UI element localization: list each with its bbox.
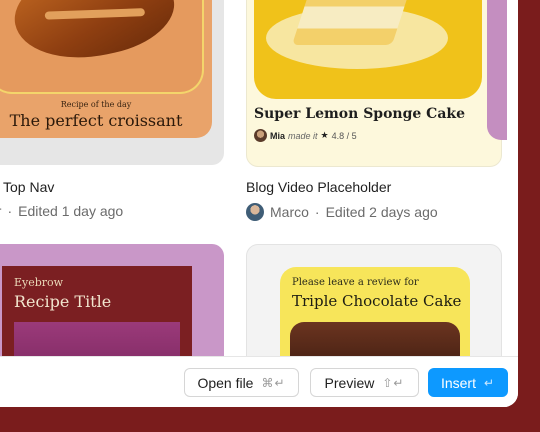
- avatar: [254, 129, 267, 142]
- shortcut-hint: ⇧↵: [382, 375, 405, 390]
- edited-time: Edited 1 day ago: [18, 203, 124, 219]
- croissant-photo: [0, 0, 204, 94]
- meta-rating: 4.8 / 5: [331, 130, 357, 141]
- template-card-croissant[interactable]: Recipe of the day The perfect croissant: [0, 0, 224, 165]
- card-meta: Mia made it ★ 4.8 / 5: [254, 129, 357, 142]
- card-eyebrow: Please leave a review for: [292, 277, 419, 288]
- template-name[interactable]: Top Nav: [3, 179, 54, 195]
- shortcut-hint: ↵: [483, 375, 496, 390]
- card-eyebrow: Eyebrow: [14, 276, 64, 289]
- button-label: Preview: [324, 374, 375, 391]
- card-title: Triple Chocolate Cake: [292, 292, 462, 310]
- separator: ·: [7, 203, 13, 219]
- card-title: The perfect croissant: [9, 111, 183, 130]
- meta-name: Mia: [270, 130, 286, 141]
- template-name[interactable]: Blog Video Placeholder: [246, 179, 391, 195]
- insert-button[interactable]: Insert ↵: [428, 368, 508, 397]
- template-meta: Marco · Edited 2 days ago: [246, 203, 438, 221]
- template-card-lemon-cake[interactable]: Super Lemon Sponge Cake Mia made it ★ 4.…: [246, 0, 502, 167]
- lemon-cake-photo: [254, 0, 482, 99]
- button-label: Insert: [440, 374, 476, 391]
- star-icon: ★: [320, 130, 329, 140]
- edited-time: Edited 2 days ago: [325, 204, 438, 220]
- template-thumbnail: Recipe of the day The perfect croissant: [0, 0, 212, 138]
- template-picker-panel: Recipe of the day The perfect croissant …: [0, 0, 518, 407]
- template-meta: scar · Edited 1 day ago: [0, 203, 123, 219]
- separator: ·: [314, 204, 320, 220]
- template-card-partial[interactable]: [487, 0, 507, 140]
- action-bar: Open file ⌘↵ Preview ⇧↵ Insert ↵: [0, 356, 518, 407]
- author-name: Marco: [270, 204, 309, 220]
- preview-button[interactable]: Preview ⇧↵: [310, 368, 419, 397]
- template-card-recipe-title[interactable]: Eyebrow Recipe Title: [0, 244, 224, 374]
- button-label: Open file: [197, 374, 254, 391]
- avatar: [246, 203, 264, 221]
- open-file-button[interactable]: Open file ⌘↵: [184, 368, 299, 397]
- meta-action: made it: [288, 130, 318, 141]
- card-eyebrow: Recipe of the day: [60, 100, 132, 109]
- card-title: Super Lemon Sponge Cake: [254, 106, 465, 122]
- shortcut-hint: ⌘↵: [261, 375, 286, 390]
- card-title: Recipe Title: [14, 292, 112, 311]
- author-name: scar: [0, 203, 1, 219]
